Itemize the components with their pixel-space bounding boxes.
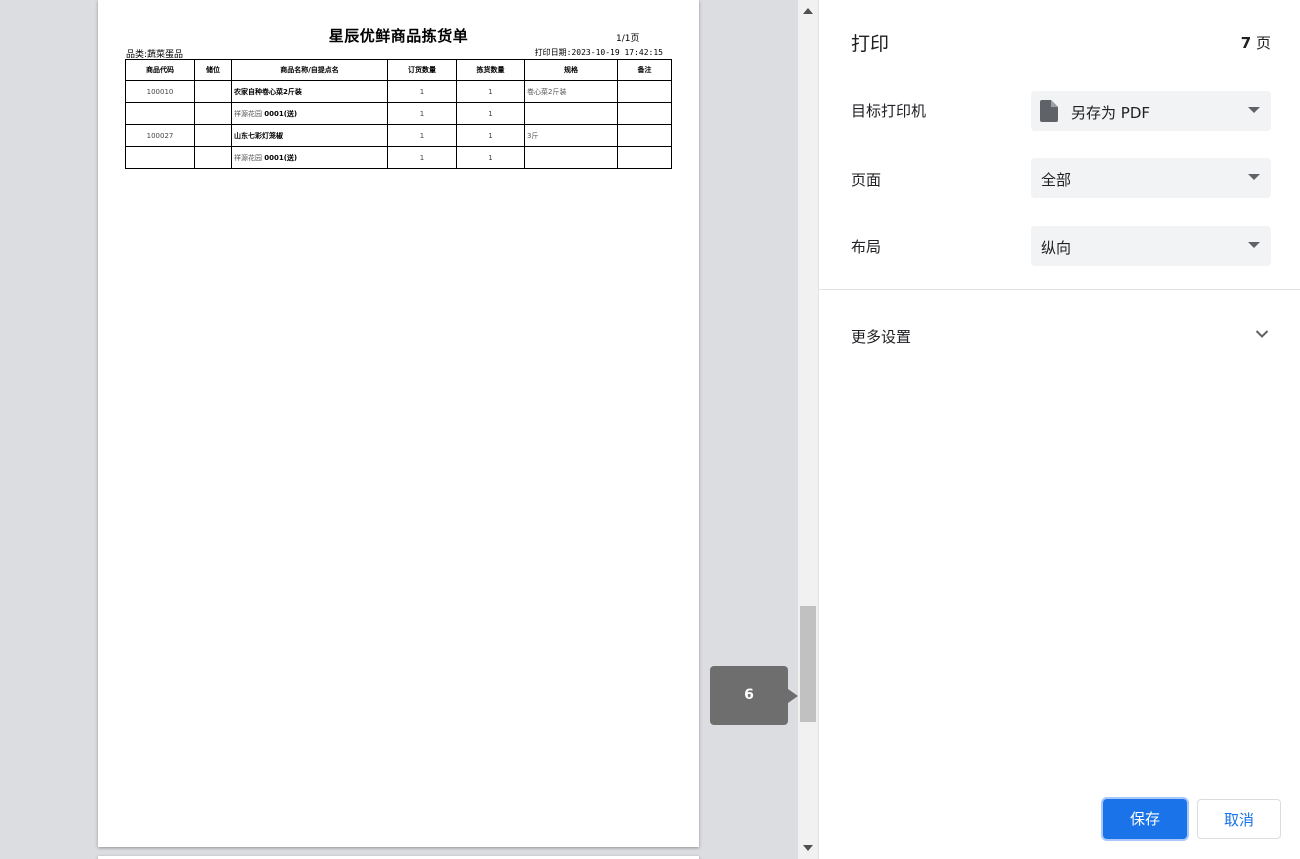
order-qty-cell: 1 — [387, 146, 457, 169]
destination-value: 另存为 PDF — [1071, 104, 1150, 122]
destination-label: 目标打印机 — [851, 102, 927, 120]
destination-select[interactable]: 另存为 PDF — [1031, 91, 1271, 131]
location-cell — [194, 80, 232, 103]
dropdown-arrow-icon — [1248, 242, 1260, 248]
pick-qty-cell: 1 — [456, 102, 525, 125]
product-code-cell — [125, 102, 195, 125]
cancel-button[interactable]: 取消 — [1197, 799, 1281, 839]
file-icon — [1040, 100, 1058, 122]
table-row: 100027 山东七彩灯笼椒 1 1 3斤 — [125, 124, 672, 147]
dropdown-arrow-icon — [1248, 174, 1260, 180]
pickup-point-cell: 祥源花园 0001(送) — [231, 102, 388, 125]
note-cell — [617, 102, 672, 125]
table-header: 储位 — [194, 59, 232, 81]
order-qty-cell: 1 — [387, 102, 457, 125]
table-header-row: 商品代码 储位 商品名称/自提点名 订货数量 拣货数量 规格 备注 — [125, 59, 672, 81]
preview-scrollbar[interactable] — [798, 0, 818, 859]
pickup-point-cell: 祥源花园 0001(送) — [231, 146, 388, 169]
scroll-down-arrow-icon[interactable] — [803, 845, 813, 851]
pages-value: 全部 — [1041, 171, 1072, 189]
more-settings-toggle[interactable]: 更多设置 — [851, 326, 911, 347]
table-row: 祥源花园 0001(送) 1 1 — [125, 146, 672, 169]
sheet-count: 7 页 — [1241, 32, 1271, 53]
table-header: 拣货数量 — [456, 59, 525, 81]
product-code-cell — [125, 146, 195, 169]
scrollbar-thumb[interactable] — [800, 606, 816, 722]
order-qty-cell: 1 — [387, 124, 457, 147]
location-cell — [194, 146, 232, 169]
sheet-count-unit: 页 — [1255, 34, 1271, 52]
product-name-cell: 农家自种卷心菜2斤装 — [231, 80, 388, 103]
spec-cell — [524, 146, 618, 169]
panel-title: 打印 — [851, 33, 890, 55]
save-button[interactable]: 保存 — [1103, 799, 1187, 839]
preview-page: 星辰优鲜商品拣货单 1/1页 品类:蔬菜蛋品 打印日期:2023-10-19 1… — [98, 0, 699, 847]
document-page-count: 1/1页 — [616, 34, 640, 44]
pages-select[interactable]: 全部 — [1031, 158, 1271, 198]
picking-table: 商品代码 储位 商品名称/自提点名 订货数量 拣货数量 规格 备注 100010… — [125, 59, 672, 169]
table-row: 100010 农家自种卷心菜2斤装 1 1 卷心菜2斤装 — [125, 80, 672, 103]
note-cell — [617, 146, 672, 169]
page-number-tooltip: 6 — [710, 666, 798, 725]
pick-qty-cell: 1 — [456, 124, 525, 147]
print-settings-panel: 打印 7 页 目标打印机 另存为 PDF 页面 全部 布局 纵向 更多设置 保存… — [818, 0, 1300, 859]
pages-label: 页面 — [851, 171, 882, 189]
print-preview-area: 星辰优鲜商品拣货单 1/1页 品类:蔬菜蛋品 打印日期:2023-10-19 1… — [0, 0, 798, 859]
pickup-point-name: 祥源花园 — [234, 109, 262, 118]
spec-cell: 3斤 — [524, 124, 618, 147]
table-header: 规格 — [524, 59, 618, 81]
product-name-cell: 山东七彩灯笼椒 — [231, 124, 388, 147]
location-cell — [194, 102, 232, 125]
note-cell — [617, 124, 672, 147]
section-divider — [819, 289, 1300, 290]
pick-qty-cell: 1 — [456, 146, 525, 169]
chevron-down-icon[interactable] — [1255, 329, 1269, 339]
product-code-cell: 100027 — [125, 124, 195, 147]
order-qty-cell: 1 — [387, 80, 457, 103]
table-header: 订货数量 — [387, 59, 457, 81]
scroll-up-arrow-icon[interactable] — [803, 8, 813, 14]
pick-qty-cell: 1 — [456, 80, 525, 103]
spec-cell: 卷心菜2斤装 — [524, 80, 618, 103]
table-row: 祥源花园 0001(送) 1 1 — [125, 102, 672, 125]
dropdown-arrow-icon — [1248, 107, 1260, 113]
product-code-cell: 100010 — [125, 80, 195, 103]
table-header: 商品名称/自提点名 — [231, 59, 388, 81]
table-header: 商品代码 — [125, 59, 195, 81]
spec-cell — [524, 102, 618, 125]
document-title: 星辰优鲜商品拣货单 — [328, 27, 469, 45]
layout-value: 纵向 — [1041, 239, 1072, 257]
pickup-point-code: 0001(送) — [264, 153, 298, 162]
layout-label: 布局 — [851, 238, 882, 256]
layout-select[interactable]: 纵向 — [1031, 226, 1271, 266]
pickup-point-code: 0001(送) — [264, 109, 298, 118]
document-print-date: 打印日期:2023-10-19 17:42:15 — [534, 48, 663, 57]
sheet-count-number: 7 — [1240, 34, 1252, 52]
location-cell — [194, 124, 232, 147]
table-header: 备注 — [617, 59, 672, 81]
pickup-point-name: 祥源花园 — [234, 153, 262, 162]
note-cell — [617, 80, 672, 103]
